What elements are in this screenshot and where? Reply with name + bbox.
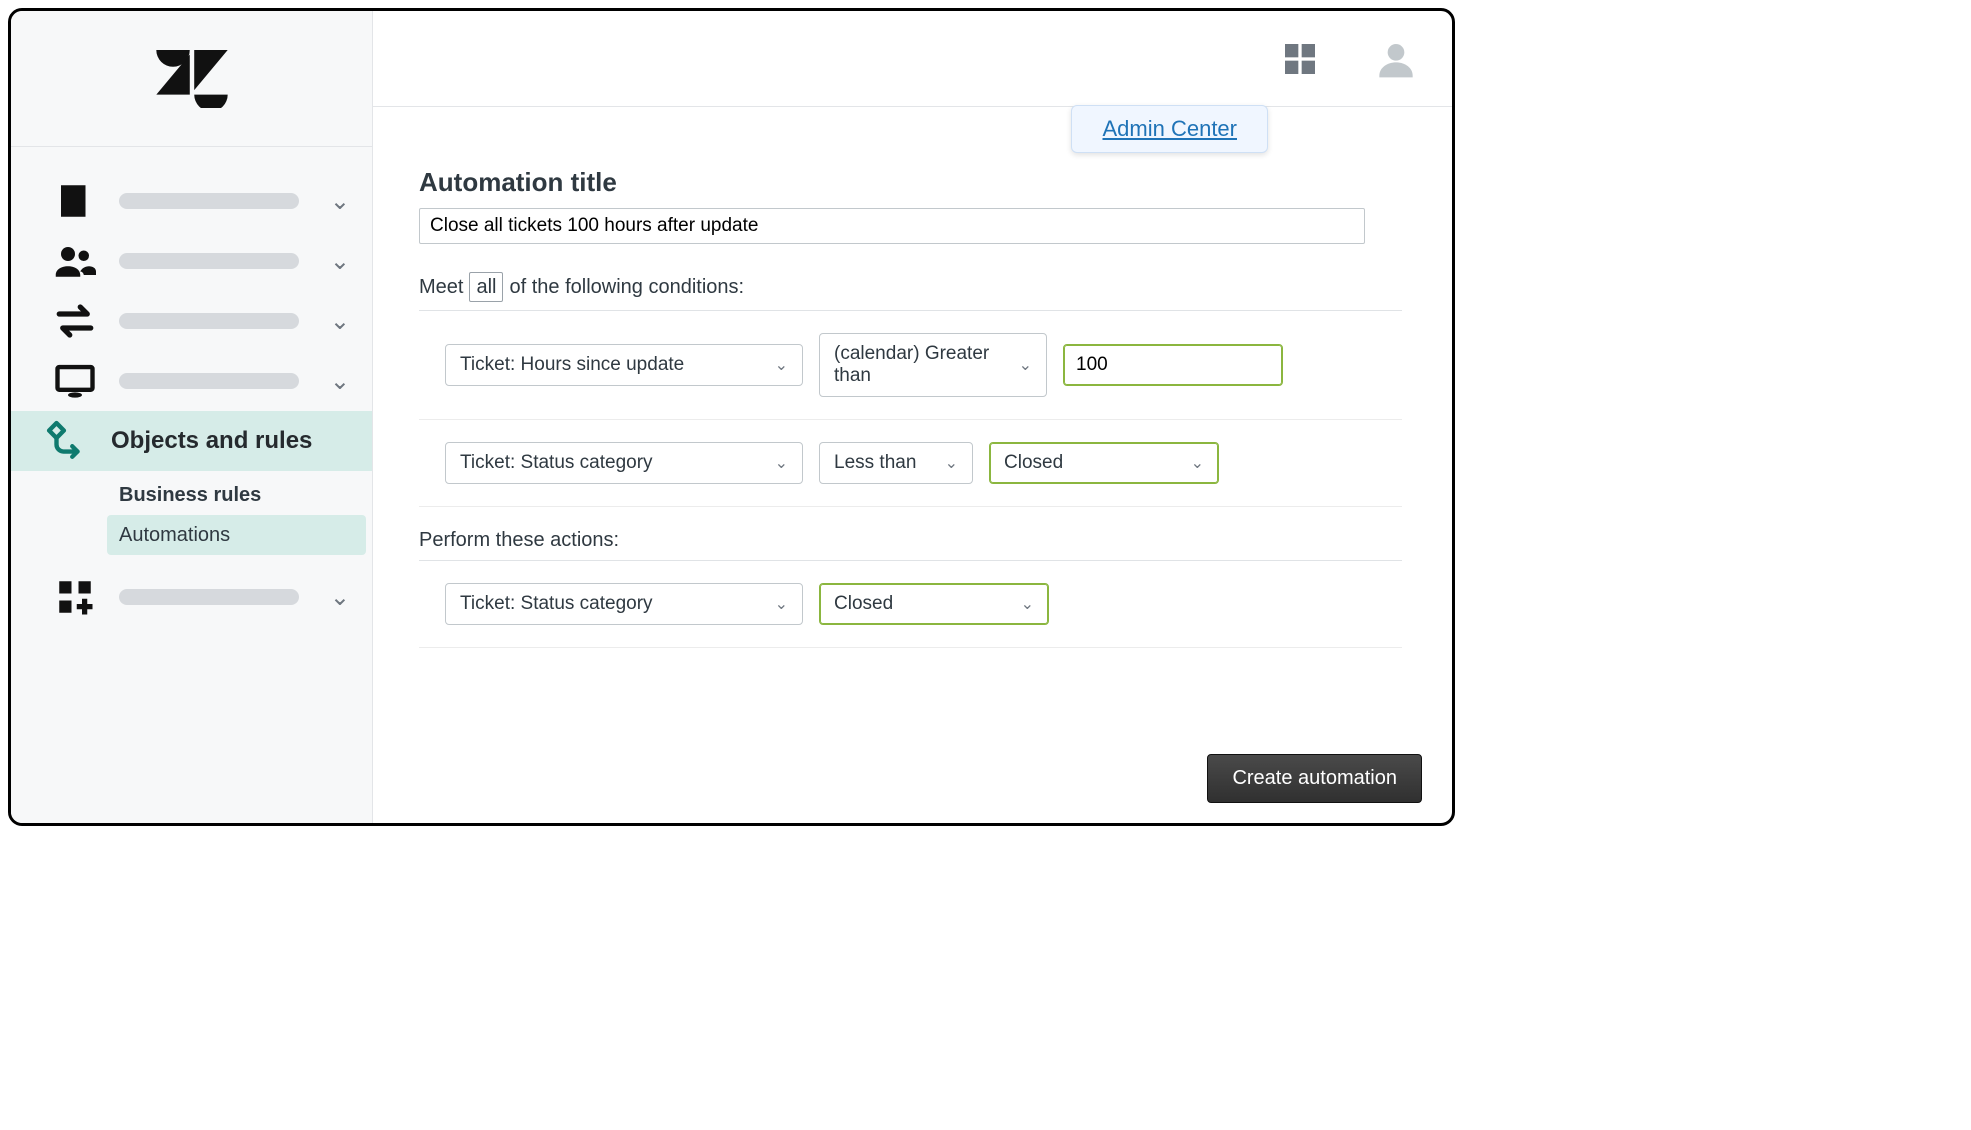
admin-center-link[interactable]: Admin Center (1102, 116, 1237, 141)
sidebar-item-label: Objects and rules (111, 427, 312, 455)
sidebar-item-people[interactable]: ⌄ (11, 231, 372, 291)
chevron-down-icon: ⌄ (775, 355, 788, 375)
condition-row: Ticket: Status category ⌄ Less than ⌄ Cl… (445, 442, 1402, 484)
title-label: Automation title (419, 167, 1402, 198)
admin-center-window: ⌄ ⌄ ⌄ (8, 8, 1455, 826)
condition-value-select[interactable]: Closed ⌄ (989, 442, 1219, 484)
chevron-down-icon: ⌄ (330, 583, 350, 612)
condition-field-select[interactable]: Ticket: Status category ⌄ (445, 442, 803, 484)
create-automation-button[interactable]: Create automation (1207, 754, 1422, 803)
nav-placeholder (119, 589, 299, 605)
separator (419, 310, 1402, 311)
nav-placeholder (119, 373, 299, 389)
automation-form: Automation title Meet all of the followi… (373, 107, 1452, 670)
sidebar-item-objects-rules[interactable]: Objects and rules (11, 411, 372, 471)
actions-label: Perform these actions: (419, 529, 1402, 552)
chevron-down-icon: ⌄ (775, 594, 788, 614)
workflow-icon (45, 419, 89, 463)
sidebar-nav: ⌄ ⌄ ⌄ (11, 147, 372, 627)
nav-placeholder (119, 193, 299, 209)
nav-placeholder (119, 313, 299, 329)
separator (419, 506, 1402, 507)
monitor-icon (53, 359, 97, 403)
nav-placeholder (119, 253, 299, 269)
chevron-down-icon: ⌄ (945, 453, 958, 473)
condition-operator-select[interactable]: (calendar) Greater than ⌄ (819, 333, 1047, 397)
chevron-down-icon: ⌄ (1019, 355, 1032, 375)
chevron-down-icon: ⌄ (330, 247, 350, 276)
sidebar: ⌄ ⌄ ⌄ (11, 11, 373, 823)
topbar (373, 11, 1452, 107)
sidebar-subitems: Business rules Automations (11, 475, 372, 555)
people-icon (53, 239, 97, 283)
arrows-icon (53, 299, 97, 343)
condition-row: Ticket: Hours since update ⌄ (calendar) … (445, 333, 1402, 397)
sidebar-subitem-automations[interactable]: Automations (107, 515, 366, 555)
profile-icon[interactable] (1376, 39, 1416, 79)
automation-title-input[interactable] (419, 208, 1365, 244)
sidebar-subitem-business-rules[interactable]: Business rules (11, 475, 372, 515)
action-row: Ticket: Status category ⌄ Closed ⌄ (445, 583, 1402, 625)
conditions-header: Meet all of the following conditions: (419, 272, 1402, 302)
chevron-down-icon: ⌄ (330, 307, 350, 336)
chevron-down-icon: ⌄ (330, 367, 350, 396)
chevron-down-icon: ⌄ (775, 453, 788, 473)
action-field-select[interactable]: Ticket: Status category ⌄ (445, 583, 803, 625)
zendesk-logo-icon (156, 50, 228, 108)
condition-value-input[interactable] (1063, 344, 1283, 386)
separator (419, 560, 1402, 561)
products-icon[interactable] (1280, 39, 1320, 79)
sidebar-item-account[interactable]: ⌄ (11, 171, 372, 231)
sidebar-item-apps[interactable]: ⌄ (11, 567, 372, 627)
conditions-mode[interactable]: all (469, 272, 503, 302)
sidebar-item-workspaces[interactable]: ⌄ (11, 351, 372, 411)
main-panel: Admin Center Automation title Meet all o… (373, 11, 1452, 823)
chevron-down-icon: ⌄ (1021, 594, 1034, 614)
chevron-down-icon: ⌄ (1191, 453, 1204, 473)
separator (419, 647, 1402, 648)
separator (419, 419, 1402, 420)
sidebar-item-channels[interactable]: ⌄ (11, 291, 372, 351)
apps-add-icon (53, 575, 97, 619)
zendesk-logo (11, 11, 372, 147)
building-icon (53, 179, 97, 223)
chevron-down-icon: ⌄ (330, 187, 350, 216)
admin-center-tooltip: Admin Center (1071, 105, 1268, 153)
action-value-select[interactable]: Closed ⌄ (819, 583, 1049, 625)
condition-operator-select[interactable]: Less than ⌄ (819, 442, 973, 484)
condition-field-select[interactable]: Ticket: Hours since update ⌄ (445, 344, 803, 386)
